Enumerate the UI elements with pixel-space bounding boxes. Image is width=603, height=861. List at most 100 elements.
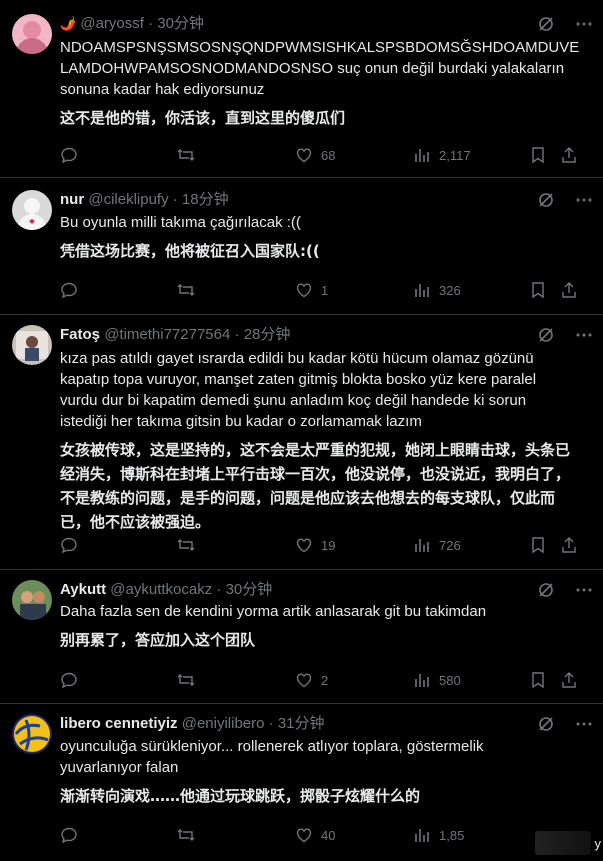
tweet-text-line: LAMDOHWPAMSOSNODMANDOSNSO suç onun değil… [60,60,565,77]
reply-button[interactable] [60,144,78,166]
retweet-button[interactable] [176,669,196,691]
translation-text: 凭借这场比赛，他将被征召入国家队:(( [60,242,320,260]
tweet-actions: 68 2,117 [60,144,588,166]
timestamp[interactable]: 30分钟 [157,15,204,32]
tweet-text-line: kıza pas atıldı gayet ısrarda edildi bu … [60,350,534,367]
tweet-text-line: kapatıp topa vuruyor, manşet zaten gitmi… [60,371,537,388]
translation-text: 不是教练的问题，是手的问题，问题是他应该去他想去的每支球队，仅此而 [60,489,556,507]
display-name[interactable]: Fatoş [60,326,100,343]
retweet-button[interactable] [176,144,196,166]
timestamp[interactable]: 31分钟 [278,715,325,732]
like-button[interactable]: 40 [295,824,335,846]
views-button[interactable]: 726 [413,534,461,556]
view-count: 580 [439,672,461,688]
translation-text: 经消失，博斯科在封堵上平行击球一百次，他没说停，也没说近，我明白了， [60,465,571,483]
share-button[interactable] [560,534,578,556]
display-name[interactable]: nur [60,191,84,208]
views-button[interactable]: 326 [413,279,461,301]
timestamp[interactable]: 18分钟 [182,191,229,208]
watermark-overlay [535,831,591,855]
tweet-text-line: istediği her takıma gitsin bu kadar o zo… [60,413,422,430]
user-handle[interactable]: @aykuttkocakz [110,581,212,598]
like-count: 68 [321,147,336,163]
tweet-actions: 2 580 [60,669,588,691]
separator-dot: · [216,581,222,598]
tweet-actions: 1 326 [60,279,588,301]
translation-text: 别再累了，答应加入这个团队 [60,631,256,649]
tweet-text-line: yuvarlanıyor falan [60,759,179,776]
avatar[interactable] [12,714,52,754]
avatar[interactable] [12,325,52,365]
bookmark-button[interactable] [530,279,546,301]
like-count: 1 [321,282,329,298]
grok-icon[interactable] [537,326,555,344]
grok-icon[interactable] [537,15,555,33]
display-name[interactable]: Aykutt [60,581,106,598]
tweet-text-line: oyunculuğa sürükleniyor... rollenerek at… [60,738,484,755]
more-options-icon[interactable] [575,326,593,344]
separator-dot: · [268,715,274,732]
tweet[interactable]: Aykutt @aykuttkocakz · 30分钟 Daha fazla s… [0,570,603,704]
grok-icon[interactable] [537,715,555,733]
tweet[interactable]: Fatoş @timethi77277564 · 28分钟 kıza pas a… [0,315,603,570]
user-handle[interactable]: @timethi77277564 [104,326,230,343]
separator-dot: · [148,15,154,32]
like-count: 19 [321,537,336,553]
like-button[interactable]: 1 [295,279,328,301]
bookmark-button[interactable] [530,144,546,166]
timestamp[interactable]: 30分钟 [226,581,273,598]
translation-text: 已，他不应该被强迫。 [60,513,211,531]
avatar[interactable] [12,14,52,54]
share-button[interactable] [560,144,578,166]
tweet[interactable]: libero cennetiyiz @eniyilibero · 31分钟 oy… [0,704,603,861]
bookmark-button[interactable] [530,534,546,556]
tweet-text: oyunculuğa sürükleniyor... rollenerek at… [60,736,592,808]
tweet[interactable]: 🌶️ @aryossf · 30分钟 NDOAMSPSNŞSMSOSNŞQNDP… [0,0,603,178]
views-button[interactable]: 580 [413,669,461,691]
view-count: 326 [439,282,461,298]
retweet-button[interactable] [176,534,196,556]
reply-button[interactable] [60,824,78,846]
tweet-text-line: sonuna kadar hak ediyorsunuz [60,81,265,98]
corner-text: y [594,836,602,851]
like-count: 40 [321,827,336,843]
reply-button[interactable] [60,534,78,556]
tweet-text: Bu oyunla milli takıma çağırılacak :(( 凭… [60,212,592,263]
retweet-button[interactable] [176,279,196,301]
user-handle[interactable]: @eniyilibero [182,715,265,732]
share-button[interactable] [560,279,578,301]
like-button[interactable]: 68 [295,144,335,166]
tweet-text: NDOAMSPSNŞSMSOSNŞQNDPWMSISHKALSPSBDOMSĞS… [60,37,592,130]
tweet-actions: 19 726 [60,534,588,556]
translation-text: 这不是他的错，你活该，直到这里的傻瓜们 [60,109,346,127]
grok-icon[interactable] [537,581,555,599]
display-name[interactable]: libero cennetiyiz [60,715,178,732]
avatar[interactable] [12,190,52,230]
separator-dot: · [234,326,240,343]
avatar[interactable] [12,580,52,620]
view-count: 726 [439,537,461,553]
tweet-text-line: NDOAMSPSNŞSMSOSNŞQNDPWMSISHKALSPSBDOMSĞS… [60,39,580,56]
retweet-button[interactable] [176,824,196,846]
view-count: 1,85 [439,827,465,843]
user-handle[interactable]: @cileklipufy [88,191,168,208]
share-button[interactable] [560,669,578,691]
more-options-icon[interactable] [575,15,593,33]
reply-button[interactable] [60,279,78,301]
like-button[interactable]: 19 [295,534,335,556]
more-options-icon[interactable] [575,191,593,209]
more-options-icon[interactable] [575,581,593,599]
tweet-actions: 40 1,85 [60,824,588,846]
reply-button[interactable] [60,669,78,691]
like-button[interactable]: 2 [295,669,328,691]
timestamp[interactable]: 28分钟 [244,326,291,343]
tweet[interactable]: nur @cileklipufy · 18分钟 Bu oyunla milli … [0,178,603,315]
bookmark-button[interactable] [530,669,546,691]
more-options-icon[interactable] [575,715,593,733]
tweet-text: Daha fazla sen de kendini yorma artik an… [60,601,592,652]
tweet-text-line: vurdu dur bi kapatim demedi şunu anladım… [60,392,527,409]
views-button[interactable]: 2,117 [413,144,471,166]
views-button[interactable]: 1,85 [413,824,464,846]
user-handle[interactable]: @aryossf [80,15,144,32]
grok-icon[interactable] [537,191,555,209]
